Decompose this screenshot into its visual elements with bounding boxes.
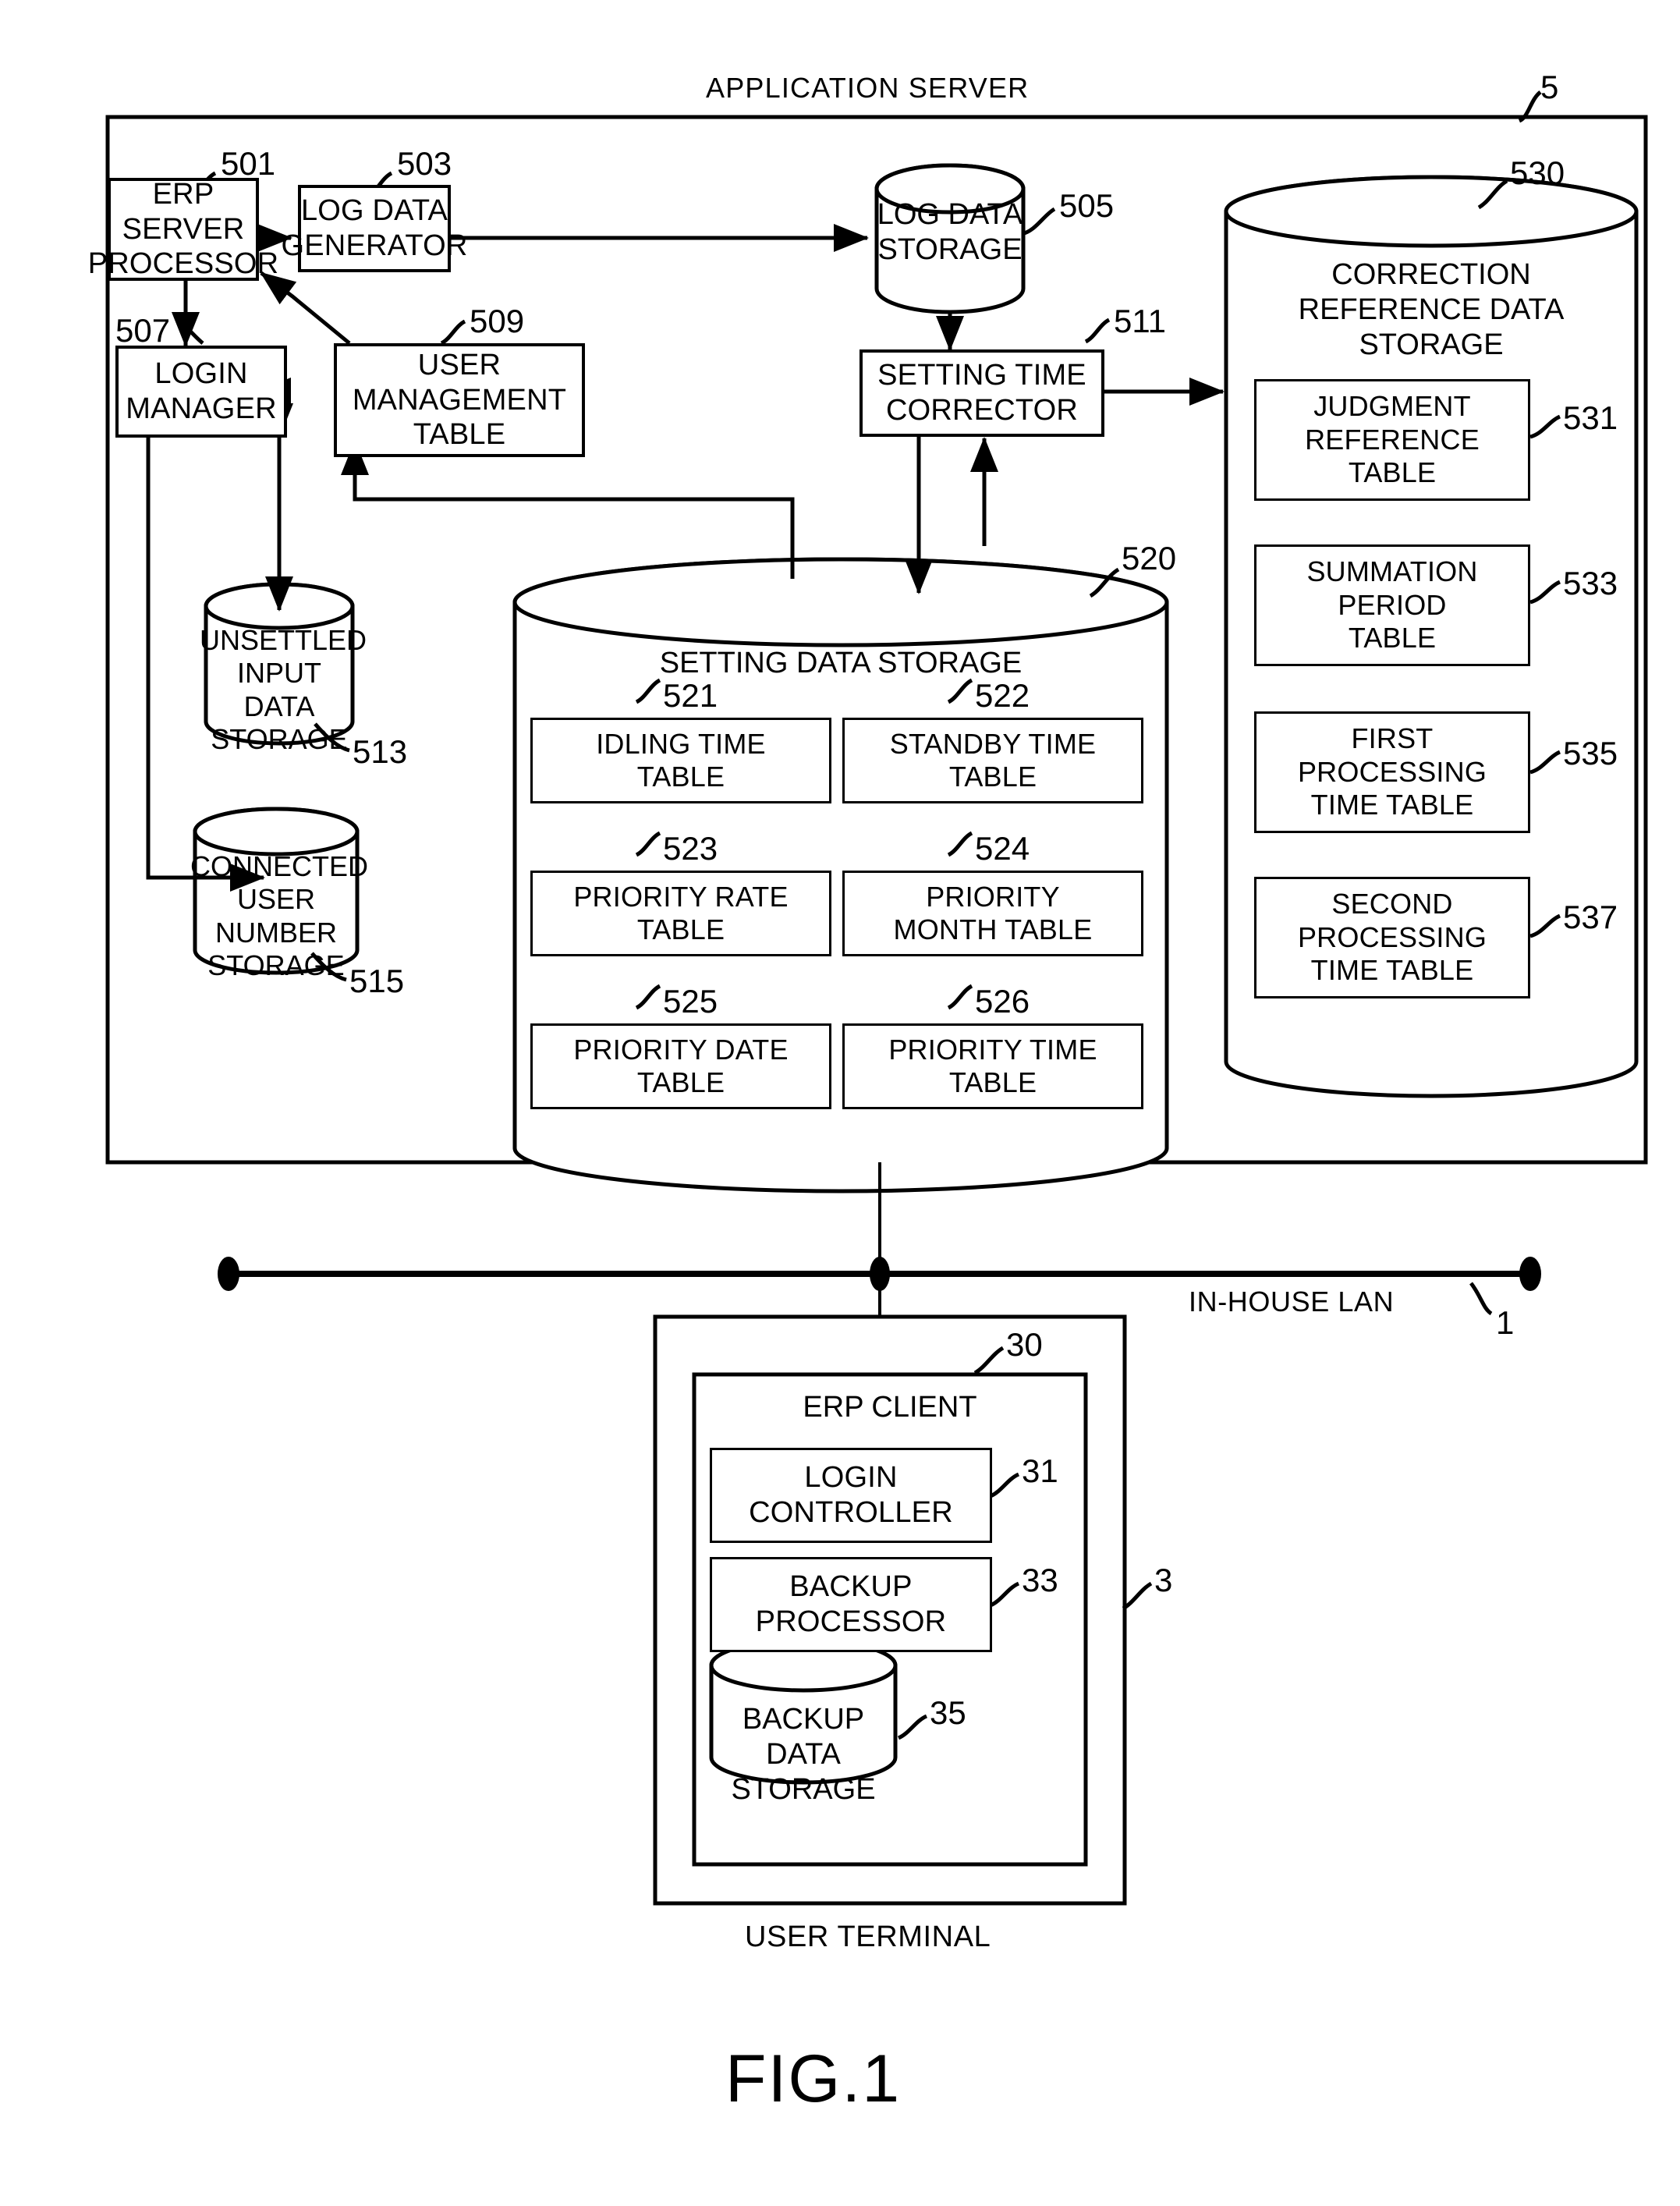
ref-label-524: 524 — [975, 830, 1030, 867]
ref-label-535: 535 — [1563, 735, 1618, 771]
ref-label-35: 35 — [930, 1694, 966, 1731]
cylinder-correction-reference-data-storage-title: CORRECTION REFERENCE DATA STORAGE — [1298, 258, 1565, 361]
ref-label-522: 522 — [975, 677, 1030, 714]
ref-label-537: 537 — [1563, 899, 1618, 935]
block-log-data-generator[interactable]: LOG DATA GENERATOR — [282, 185, 467, 272]
ref-label-521: 521 — [663, 677, 718, 714]
ref-label-525: 525 — [663, 983, 718, 1020]
ref-label-507: 507 — [115, 312, 171, 349]
table-idling-time[interactable]: IDLING TIME TABLE — [530, 718, 831, 803]
ref-label-501: 501 — [221, 145, 276, 182]
table-second-processing-time[interactable]: SECOND PROCESSING TIME TABLE — [1254, 877, 1530, 998]
ref-label-513: 513 — [353, 733, 408, 770]
block-erp-server-processor[interactable]: ERP SERVER PROCESSOR — [88, 178, 278, 281]
block-login-controller[interactable]: LOGIN CONTROLLER — [710, 1448, 992, 1543]
table-priority-date[interactable]: PRIORITY DATE TABLE — [530, 1023, 831, 1109]
cylinder-backup-data-storage: BACKUP DATA STORAGE — [731, 1703, 876, 1806]
application-server-title: APPLICATION SERVER — [706, 72, 1030, 104]
block-login-manager[interactable]: LOGIN MANAGER — [115, 346, 287, 438]
ref-label-5: 5 — [1540, 69, 1559, 105]
ref-label-520: 520 — [1122, 540, 1177, 576]
ref-label-526: 526 — [975, 983, 1030, 1020]
ref-label-531: 531 — [1563, 399, 1618, 436]
ref-label-1: 1 — [1496, 1304, 1515, 1341]
ref-label-33: 33 — [1022, 1562, 1058, 1598]
ref-label-505: 505 — [1059, 187, 1115, 224]
ref-label-31: 31 — [1022, 1452, 1058, 1489]
block-backup-processor[interactable]: BACKUP PROCESSOR — [710, 1557, 992, 1652]
ref-label-503: 503 — [397, 145, 452, 182]
cylinder-unsettled-input-data-storage: UNSETTLED INPUT DATA STORAGE — [200, 624, 367, 756]
table-priority-rate[interactable]: PRIORITY RATE TABLE — [530, 871, 831, 956]
table-standby-time[interactable]: STANDBY TIME TABLE — [842, 718, 1143, 803]
table-priority-month[interactable]: PRIORITY MONTH TABLE — [842, 871, 1143, 956]
block-setting-time-corrector[interactable]: SETTING TIME CORRECTOR — [859, 349, 1104, 437]
ref-label-511: 511 — [1114, 303, 1166, 339]
patent-figure: APPLICATION SERVER 5 ERP SERVER PROCESSO… — [0, 0, 1680, 2206]
cylinder-log-data-storage: LOG DATA STORAGE — [877, 198, 1023, 266]
table-priority-time[interactable]: PRIORITY TIME TABLE — [842, 1023, 1143, 1109]
table-summation-period[interactable]: SUMMATION PERIOD TABLE — [1254, 544, 1530, 666]
erp-client-title: ERP CLIENT — [803, 1391, 977, 1424]
ref-label-3: 3 — [1154, 1562, 1173, 1598]
figure-caption: FIG.1 — [725, 2041, 902, 2116]
table-first-processing-time[interactable]: FIRST PROCESSING TIME TABLE — [1254, 711, 1530, 833]
ref-label-533: 533 — [1563, 565, 1618, 601]
cylinder-setting-data-storage-title: SETTING DATA STORAGE — [659, 647, 1023, 679]
cylinder-connected-user-number-storage: CONNECTED USER NUMBER STORAGE — [190, 850, 369, 982]
in-house-lan-label: IN-HOUSE LAN — [1189, 1286, 1395, 1318]
ref-label-509: 509 — [470, 303, 525, 339]
ref-label-30: 30 — [1006, 1326, 1043, 1363]
table-judgment-reference[interactable]: JUDGMENT REFERENCE TABLE — [1254, 379, 1530, 501]
block-user-management-table[interactable]: USER MANAGEMENT TABLE — [334, 343, 585, 457]
user-terminal-caption: USER TERMINAL — [745, 1920, 991, 1953]
ref-label-530: 530 — [1510, 154, 1565, 191]
ref-label-523: 523 — [663, 830, 718, 867]
